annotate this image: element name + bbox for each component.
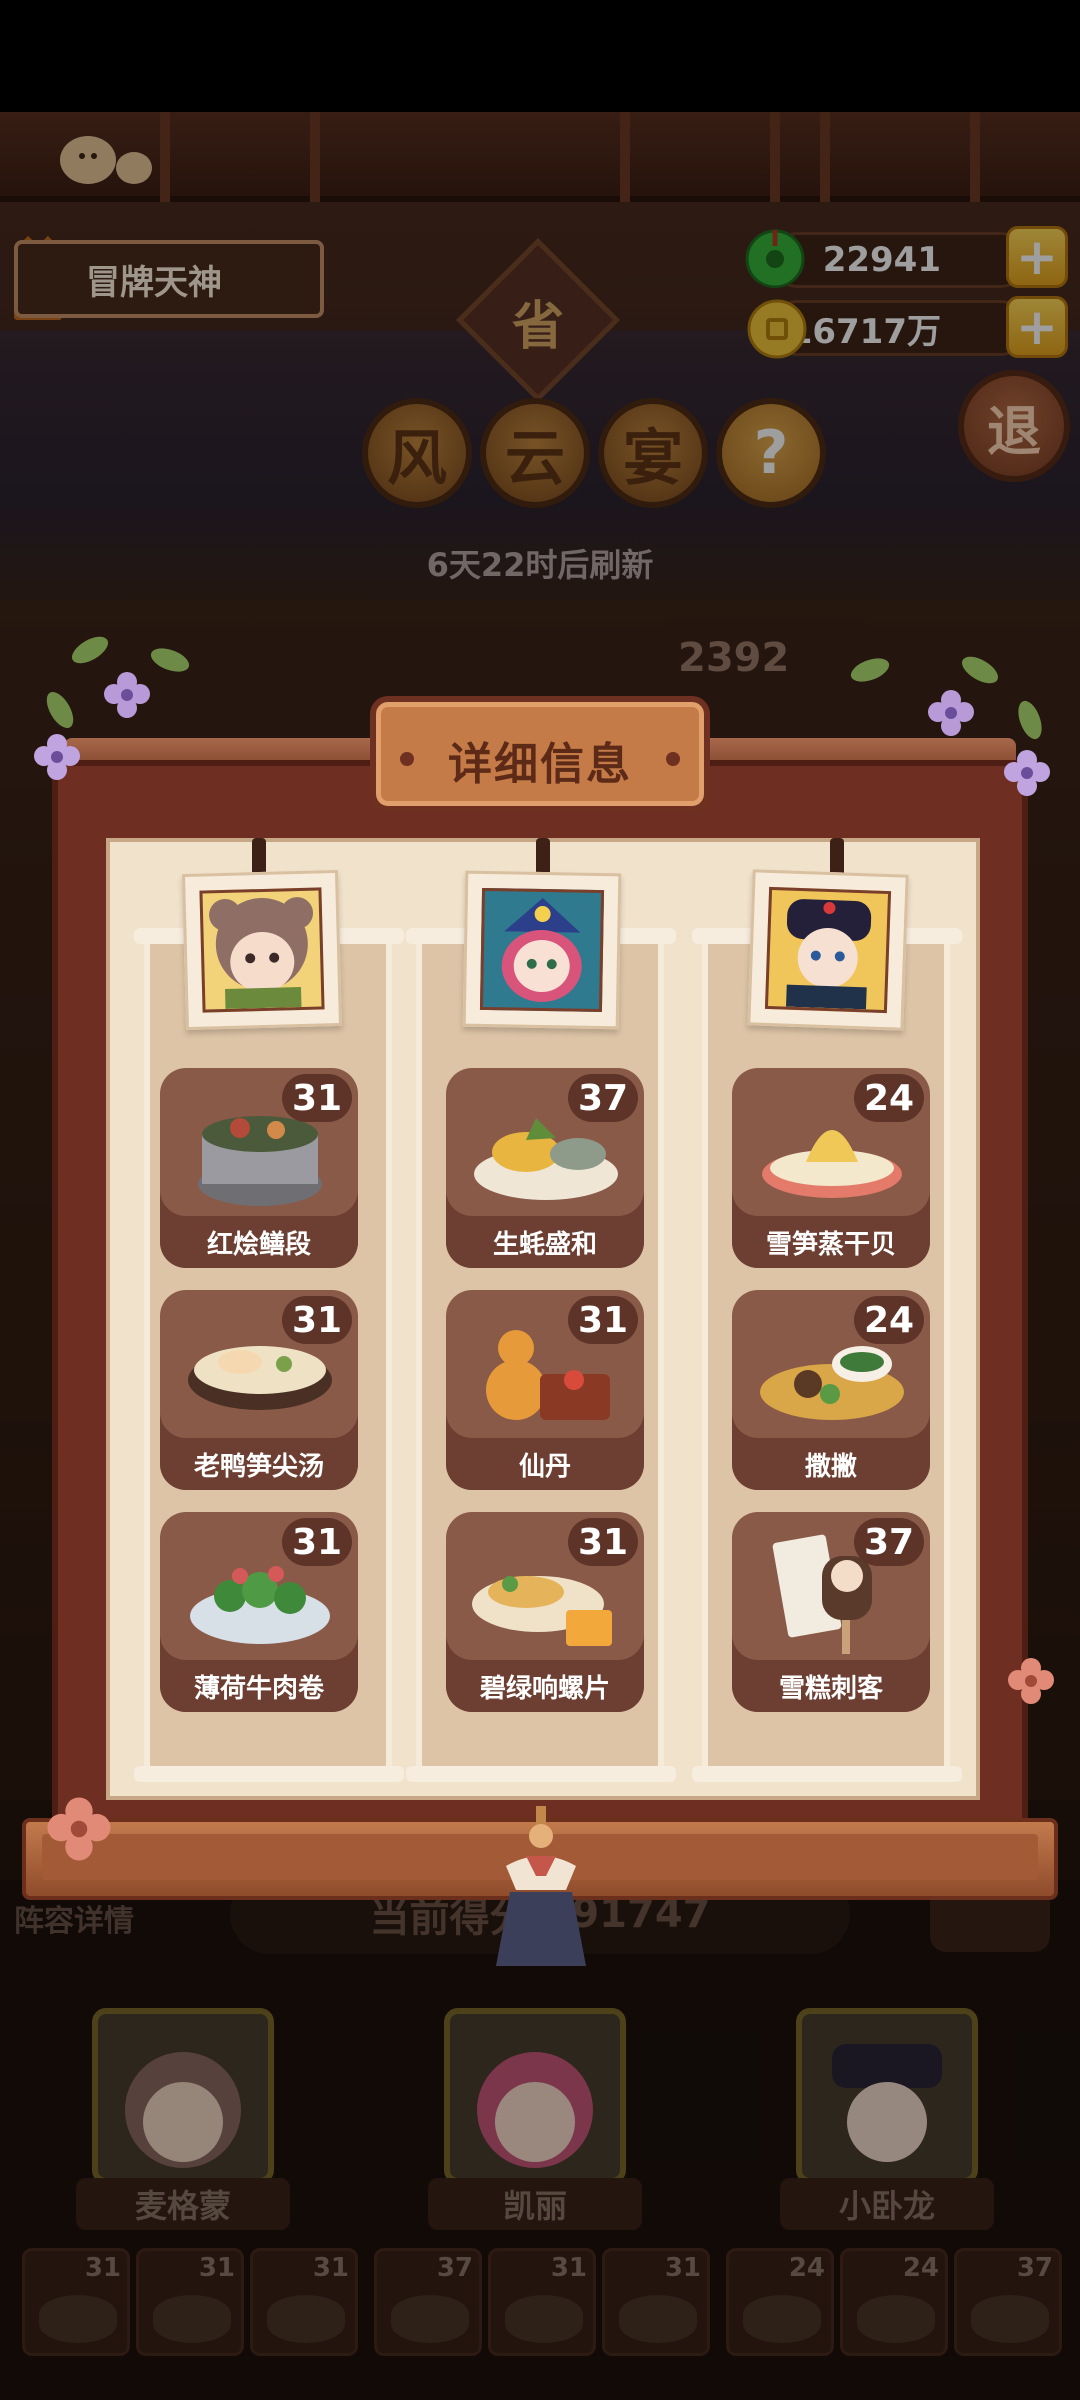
hero-portrait-1[interactable] [181, 869, 343, 1031]
dish-count: 24 [854, 1074, 924, 1122]
dish-name: 老鸭笋尖汤 [193, 1451, 324, 1482]
flower-decoration-icon [1008, 1658, 1054, 1704]
column-cap [134, 1766, 404, 1782]
dish-card[interactable]: 31 老鸭笋尖汤 [160, 1290, 358, 1490]
flower-decoration-icon [1004, 750, 1050, 796]
dish-count: 37 [854, 1518, 924, 1566]
column-cap [692, 1766, 962, 1782]
column-cap [406, 1766, 676, 1782]
dish-card[interactable]: 37 生蚝盛和 [446, 1068, 644, 1268]
flower-decoration-icon [34, 734, 80, 780]
dish-name: 撒撇 [804, 1451, 857, 1482]
dish-card[interactable]: 37 雪糕刺客 [732, 1512, 930, 1712]
close-tassel-icon[interactable] [486, 1806, 596, 1968]
dish-name: 红烩鳝段 [206, 1229, 311, 1260]
dish-name: 雪笋蒸干贝 [765, 1229, 896, 1260]
dish-card[interactable]: 31 碧绿响螺片 [446, 1512, 644, 1712]
dish-name: 生蚝盛和 [492, 1229, 597, 1260]
dish-count: 31 [568, 1296, 638, 1344]
dish-card[interactable]: 24 撒撇 [732, 1290, 930, 1490]
dish-name: 仙丹 [518, 1451, 571, 1482]
dish-card[interactable]: 31 仙丹 [446, 1290, 644, 1490]
dish-card[interactable]: 24 雪笋蒸干贝 [732, 1068, 930, 1268]
hero-avatar-icon [501, 898, 582, 1002]
dish-count: 31 [282, 1296, 352, 1344]
dish-count: 31 [282, 1074, 352, 1122]
dish-name: 碧绿响螺片 [479, 1673, 610, 1704]
dish-card[interactable]: 31 红烩鳝段 [160, 1068, 358, 1268]
hero-portrait-2[interactable] [462, 870, 622, 1030]
hero-avatar-icon [209, 897, 314, 1009]
hero-portrait-3[interactable] [747, 869, 909, 1031]
dish-count: 31 [282, 1518, 352, 1566]
status-bar-area [0, 0, 1080, 112]
dish-name: 薄荷牛肉卷 [193, 1673, 324, 1704]
dish-count: 37 [568, 1074, 638, 1122]
modal-title-plate: 详细信息 [370, 696, 710, 812]
flower-decoration-icon [928, 690, 974, 736]
dish-count: 31 [568, 1518, 638, 1566]
game-scene: 冒牌天神 22941 + 16717万 + 省 风 云 宴 ? 退 6天22时后… [0, 0, 1080, 2400]
dish-name: 雪糕刺客 [778, 1673, 883, 1704]
flower-decoration-icon [47, 1797, 111, 1861]
dish-card[interactable]: 31 薄荷牛肉卷 [160, 1512, 358, 1712]
dish-count: 24 [854, 1296, 924, 1344]
flower-decoration-icon [104, 672, 150, 718]
modal-title: 详细信息 [448, 739, 632, 790]
hero-avatar-icon [786, 899, 872, 1010]
